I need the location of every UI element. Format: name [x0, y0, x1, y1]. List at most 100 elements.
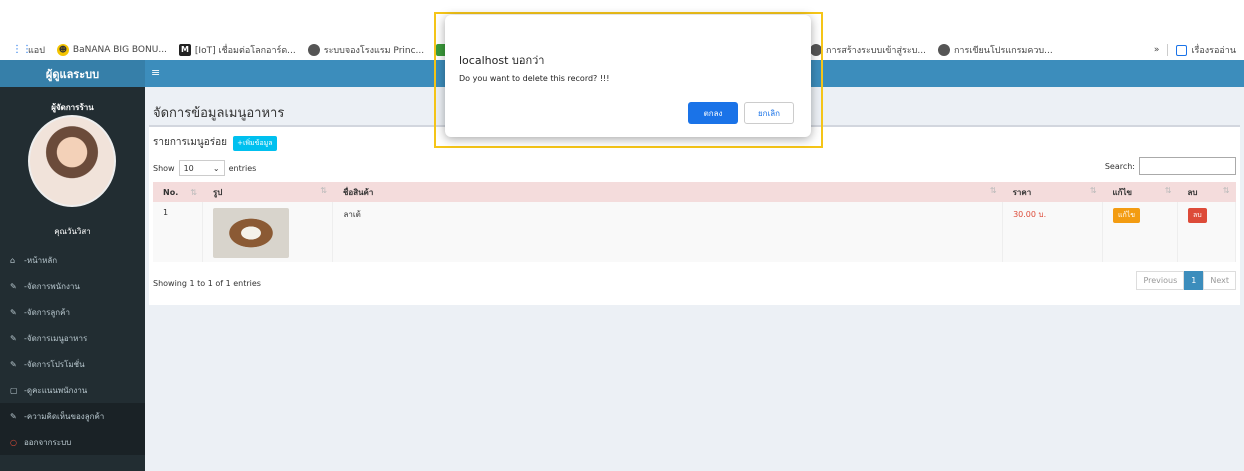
edit-icon: ✎ — [10, 359, 17, 369]
cancel-button[interactable]: ยกเลิก — [744, 102, 794, 124]
sidebar-item-menu[interactable]: ✎ -จัดการเมนูอาหาร — [0, 325, 145, 351]
dialog-title: localhost บอกว่า — [459, 54, 545, 67]
sidebar-toggle-icon[interactable]: ≡ — [151, 66, 160, 79]
sidebar-item-label: -ดูคะแนนพนักงาน — [24, 385, 88, 395]
next-page-button[interactable]: Next — [1203, 271, 1236, 290]
menu-list-box: รายการเมนูอร่อย +เพิ่มข้อมูล Show 10 ⌄ e… — [149, 125, 1240, 305]
brand-label: ผู้ดูแลระบบ — [45, 67, 100, 81]
entries-label: entries — [228, 163, 257, 173]
bookmark-banana[interactable]: ☻ BaNANA BIG BONU... — [56, 44, 167, 56]
column-header-price[interactable]: ราคา ⇅ — [1003, 182, 1103, 202]
search-control: Search: — [1105, 157, 1236, 175]
bookmark-hotel[interactable]: ระบบจองโรงแรม Princ... — [307, 43, 424, 57]
sidebar-menu: ⌂ -หน้าหลัก ✎ -จัดการพนักงาน ✎ -จัดการลู… — [0, 247, 145, 455]
bookmark-label: การสร้างระบบเข้าสู่ระบ... — [826, 46, 926, 56]
entries-length-control: Show 10 ⌄ entries — [153, 160, 256, 176]
edit-icon: ✎ — [10, 281, 17, 291]
chevron-down-icon: ⌄ — [212, 163, 220, 173]
table-header-row: No.⇅ รูป⇅ ชื่อสินค้า⇅ ราคา⇅ แก้ไข⇅ — [153, 182, 1236, 202]
entries-select-value: 10 — [183, 163, 194, 173]
edit-button[interactable]: แก้ไข — [1113, 208, 1141, 223]
sidebar-item-logout[interactable]: ○ ออกจากระบบ — [0, 429, 145, 455]
cell-name: ลาเต้ — [332, 202, 1004, 262]
sidebar-item-label: -ความคิดเห็นของลูกค้า — [24, 411, 105, 421]
add-record-button[interactable]: +เพิ่มข้อมูล — [233, 136, 277, 151]
sort-icon: ⇅ — [1089, 185, 1097, 195]
box-title: รายการเมนูอร่อย +เพิ่มข้อมูล — [153, 135, 277, 151]
cell-delete: ลบ — [1177, 202, 1237, 262]
table-info: Showing 1 to 1 of 1 entries — [153, 279, 261, 288]
dialog-message: Do you want to delete this record? !!! — [459, 74, 610, 83]
page-1-button[interactable]: 1 — [1184, 271, 1204, 290]
delete-button[interactable]: ลบ — [1187, 208, 1207, 223]
ok-button[interactable]: ตกลง — [688, 102, 738, 124]
more-bookmarks-button[interactable]: » — [1154, 45, 1160, 55]
edit-icon: ✎ — [10, 411, 17, 421]
column-header-edit[interactable]: แก้ไข ⇅ — [1103, 182, 1178, 202]
power-icon: ○ — [10, 437, 17, 447]
sidebar-item-label: ออกจากระบบ — [24, 437, 72, 447]
bookmark-label: [IoT] เชื่อมต่อโลกอาร์ด... — [194, 46, 296, 56]
sidebar-item-promotions[interactable]: ✎ -จัดการโปรโมชั่น — [0, 351, 145, 377]
column-header-image[interactable]: รูป ⇅ — [203, 182, 333, 202]
sort-icon: ⇅ — [1222, 185, 1230, 195]
show-label: Show — [153, 163, 175, 173]
cell-edit: แก้ไข — [1102, 202, 1178, 262]
bookmark-label: แอป — [28, 46, 45, 56]
column-header-no[interactable]: No. ⇅ — [153, 182, 203, 202]
bookmark-programming[interactable]: การเขียนโปรแกรมควบ... — [937, 43, 1053, 57]
reading-list-icon — [1176, 44, 1188, 56]
home-icon: ⌂ — [10, 255, 16, 265]
column-header-name[interactable]: ชื่อสินค้า ⇅ — [333, 182, 1003, 202]
bookmark-apps[interactable]: ⋮⋮ แอป — [12, 43, 45, 57]
brand-logo[interactable]: ผู้ดูแลระบบ — [0, 60, 145, 87]
sidebar-item-label: -จัดการลูกค้า — [24, 307, 70, 317]
search-input[interactable] — [1139, 157, 1236, 175]
bookmark-iot[interactable]: M [IoT] เชื่อมต่อโลกอาร์ด... — [178, 43, 296, 57]
sidebar-item-label: -หน้าหลัก — [24, 255, 58, 265]
sidebar-item-label: -จัดการโปรโมชั่น — [24, 359, 85, 369]
search-label: Search: — [1104, 161, 1135, 171]
sidebar-item-employee-scores[interactable]: ▢ -ดูคะแนนพนักงาน — [0, 377, 145, 403]
globe-icon — [937, 44, 950, 56]
bookmarks-right-group: การสร้างระบบเข้าสู่ระบ... การเขียนโปรแกร… — [810, 40, 1065, 60]
sidebar-item-label: -จัดการเมนูอาหาร — [24, 333, 88, 343]
edit-icon: ✎ — [10, 333, 17, 343]
divider — [1167, 44, 1169, 56]
bookmark-login-system[interactable]: การสร้างระบบเข้าสู่ระบ... — [810, 43, 926, 57]
pagination: Previous 1 Next — [1136, 271, 1236, 290]
sort-icon: ⇅ — [1164, 185, 1172, 195]
bookmark-label: การเขียนโปรแกรมควบ... — [953, 46, 1053, 56]
sort-icon: ⇅ — [320, 185, 327, 195]
sort-icon: ⇅ — [190, 187, 197, 197]
banana-icon: ☻ — [56, 44, 69, 56]
sidebar-item-feedback[interactable]: ✎ -ความคิดเห็นของลูกค้า — [0, 403, 145, 429]
apps-grid-icon: ⋮⋮ — [12, 44, 32, 56]
sidebar: ผู้จัดการร้าน คุณวันวิสา ⌂ -หน้าหลัก ✎ -… — [0, 87, 145, 471]
cell-no: 1 — [153, 202, 204, 262]
edit-icon: ✎ — [10, 307, 17, 317]
previous-page-button[interactable]: Previous — [1136, 271, 1185, 290]
user-name: คุณวันวิสา — [54, 227, 91, 236]
reading-list-button[interactable]: เรื่องรออ่าน — [1191, 43, 1236, 57]
m-icon: M — [178, 44, 191, 56]
sidebar-item-employees[interactable]: ✎ -จัดการพนักงาน — [0, 273, 145, 299]
user-role: ผู้จัดการร้าน — [51, 103, 94, 112]
box-title-label: รายการเมนูอร่อย — [153, 137, 227, 148]
bookmark-label: BaNANA BIG BONU... — [72, 45, 167, 55]
latte-image — [213, 208, 290, 258]
table-row: 1 ลาเต้ 30.00 บ. แก้ไข ลบ — [153, 202, 1237, 262]
globe-icon — [307, 44, 320, 56]
entries-select[interactable]: 10 ⌄ — [178, 160, 225, 176]
sort-icon: ⇅ — [989, 185, 997, 195]
sidebar-item-label: -จัดการพนักงาน — [24, 281, 80, 291]
sidebar-item-customers[interactable]: ✎ -จัดการลูกค้า — [0, 299, 145, 325]
cell-image — [202, 202, 334, 262]
page-title: จัดการข้อมูลเมนูอาหาร — [153, 106, 285, 121]
menu-table: No.⇅ รูป⇅ ชื่อสินค้า⇅ ราคา⇅ แก้ไข⇅ — [153, 182, 1237, 262]
confirm-dialog: localhost บอกว่า Do you want to delete t… — [445, 15, 811, 137]
sidebar-item-home[interactable]: ⌂ -หน้าหลัก — [0, 247, 145, 273]
column-header-delete[interactable]: ลบ ⇅ — [1177, 182, 1235, 202]
bookmarks-overflow: » เรื่องรออ่าน — [1154, 40, 1236, 60]
avatar — [28, 115, 116, 207]
